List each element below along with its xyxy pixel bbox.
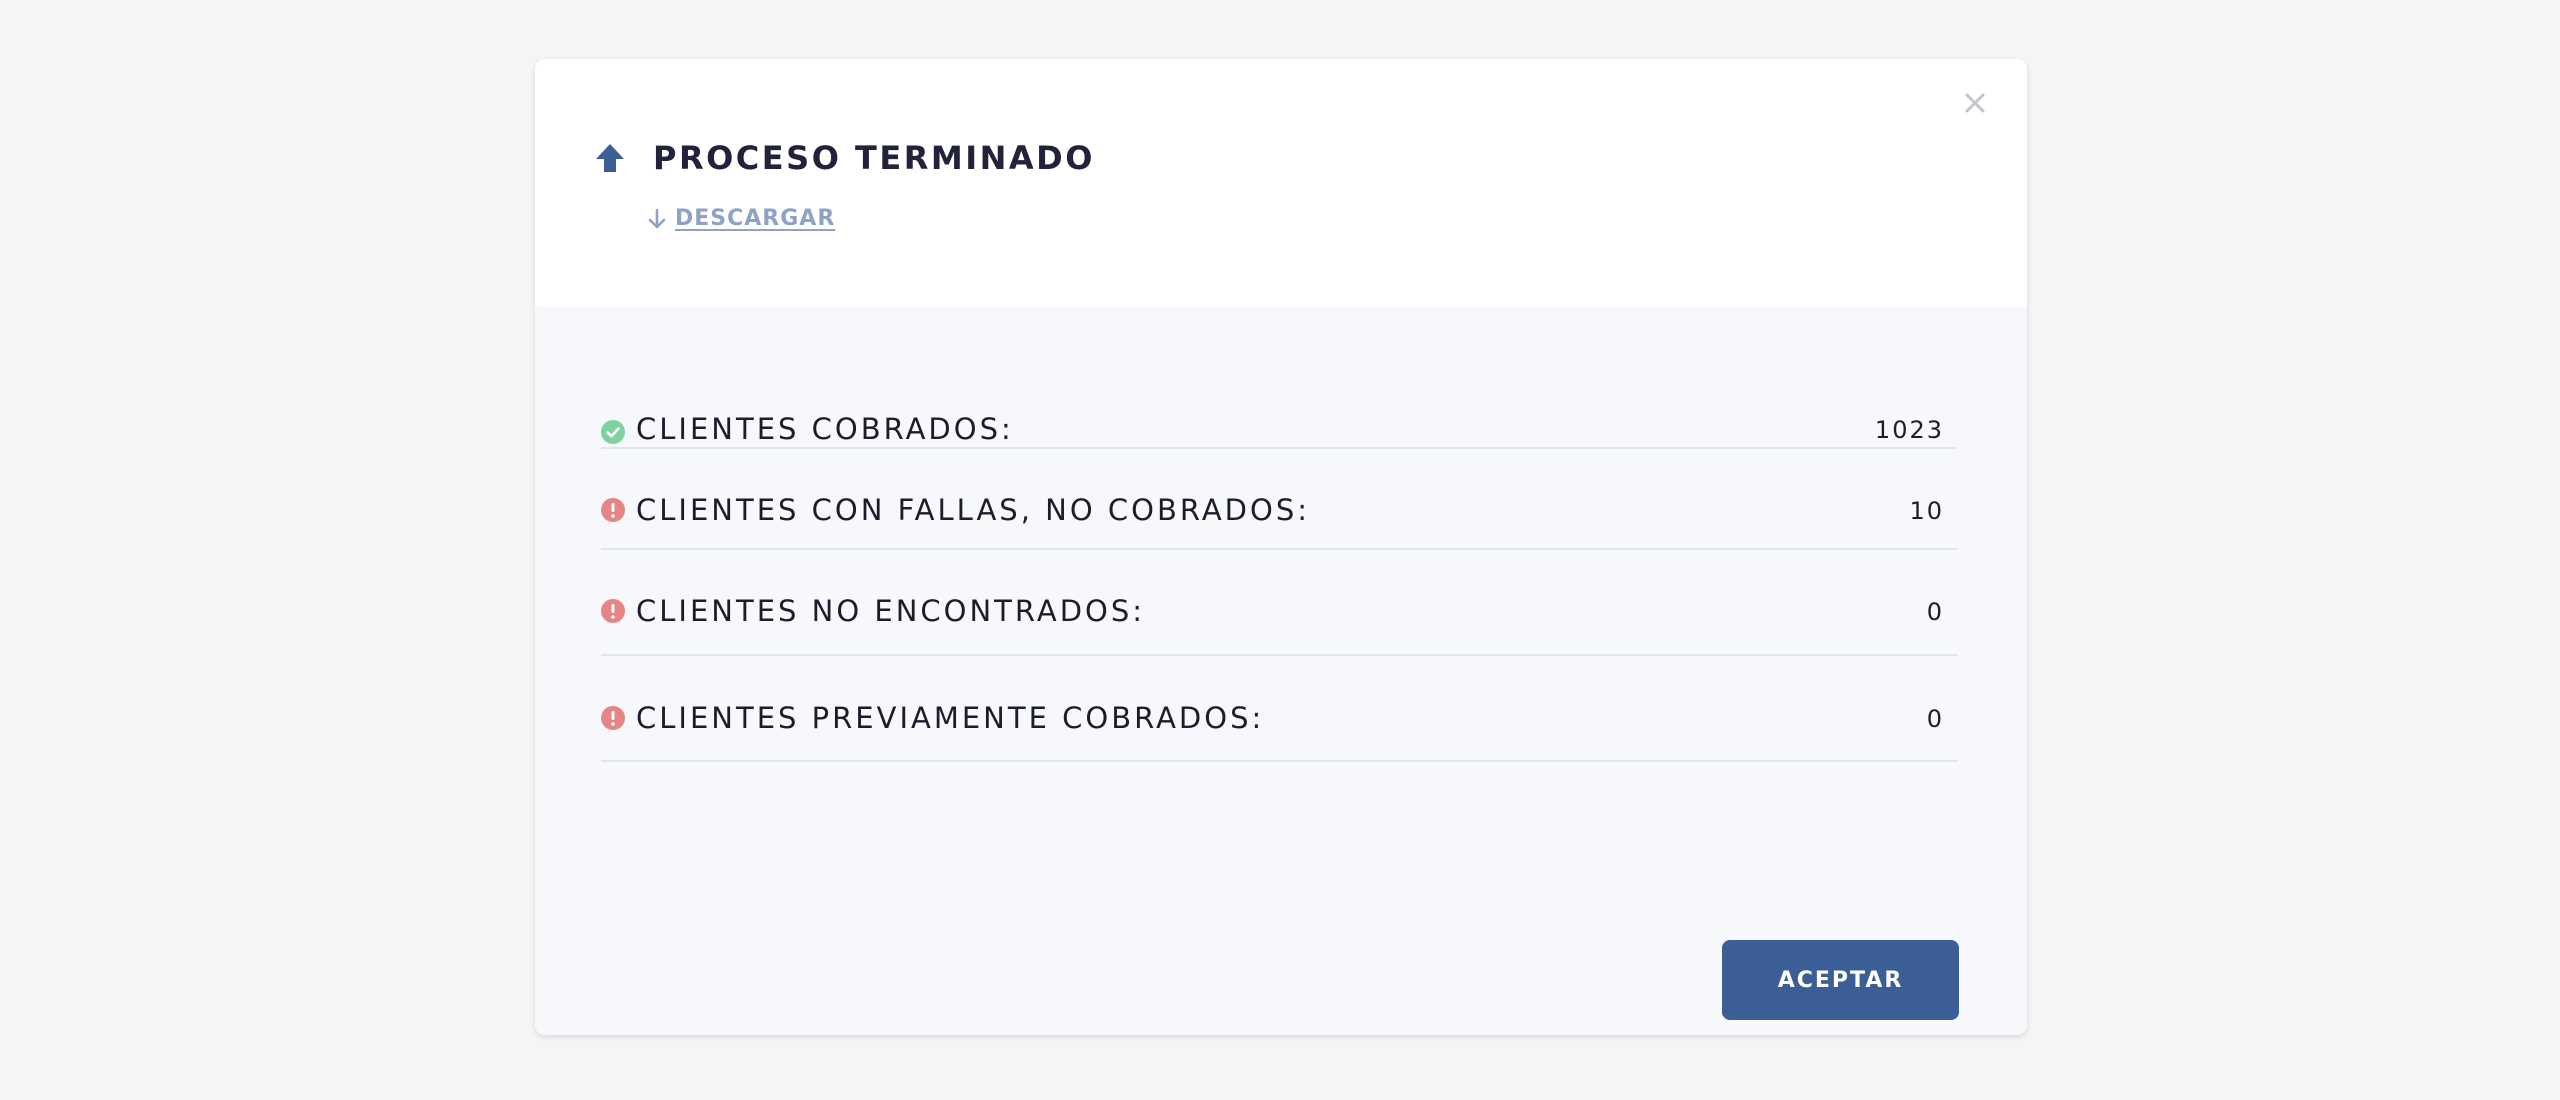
close-icon bbox=[1965, 93, 1985, 113]
stat-label: CLIENTES COBRADOS: bbox=[636, 412, 1014, 446]
stat-value: 0 bbox=[1926, 598, 1944, 626]
download-label: DESCARGAR bbox=[675, 206, 836, 231]
stat-value: 1023 bbox=[1874, 416, 1944, 444]
arrow-down-icon bbox=[648, 208, 666, 229]
dialog-title: PROCESO TERMINADO bbox=[653, 139, 1095, 177]
alert-circle-icon bbox=[601, 706, 625, 730]
check-circle-icon bbox=[601, 420, 625, 444]
close-button[interactable] bbox=[1955, 83, 1995, 123]
stat-label: CLIENTES PREVIAMENTE COBRADOS: bbox=[636, 701, 1265, 735]
upload-arrow-icon bbox=[596, 144, 624, 172]
process-result-dialog: PROCESO TERMINADO DESCARGAR CLIENTES COB… bbox=[535, 59, 2027, 1035]
accept-button[interactable]: ACEPTAR bbox=[1722, 940, 1959, 1020]
alert-circle-icon bbox=[601, 599, 625, 623]
stat-row-cobrados: CLIENTES COBRADOS: 1023 bbox=[601, 412, 1957, 449]
stat-row-fallas: CLIENTES CON FALLAS, NO COBRADOS: 10 bbox=[601, 449, 1957, 550]
stat-label: CLIENTES NO ENCONTRADOS: bbox=[636, 594, 1146, 628]
download-link[interactable]: DESCARGAR bbox=[647, 204, 835, 234]
alert-circle-icon bbox=[601, 498, 625, 522]
dialog-body: CLIENTES COBRADOS: 1023 CLIENTES CON FAL… bbox=[535, 307, 2027, 1035]
stat-row-previamente-cobrados: CLIENTES PREVIAMENTE COBRADOS: 0 bbox=[601, 656, 1957, 762]
stat-value: 10 bbox=[1909, 497, 1944, 525]
stat-label: CLIENTES CON FALLAS, NO COBRADOS: bbox=[636, 493, 1311, 527]
stat-value: 0 bbox=[1926, 705, 1944, 733]
stat-row-no-encontrados: CLIENTES NO ENCONTRADOS: 0 bbox=[601, 550, 1957, 656]
dialog-header: PROCESO TERMINADO DESCARGAR bbox=[535, 59, 2027, 307]
